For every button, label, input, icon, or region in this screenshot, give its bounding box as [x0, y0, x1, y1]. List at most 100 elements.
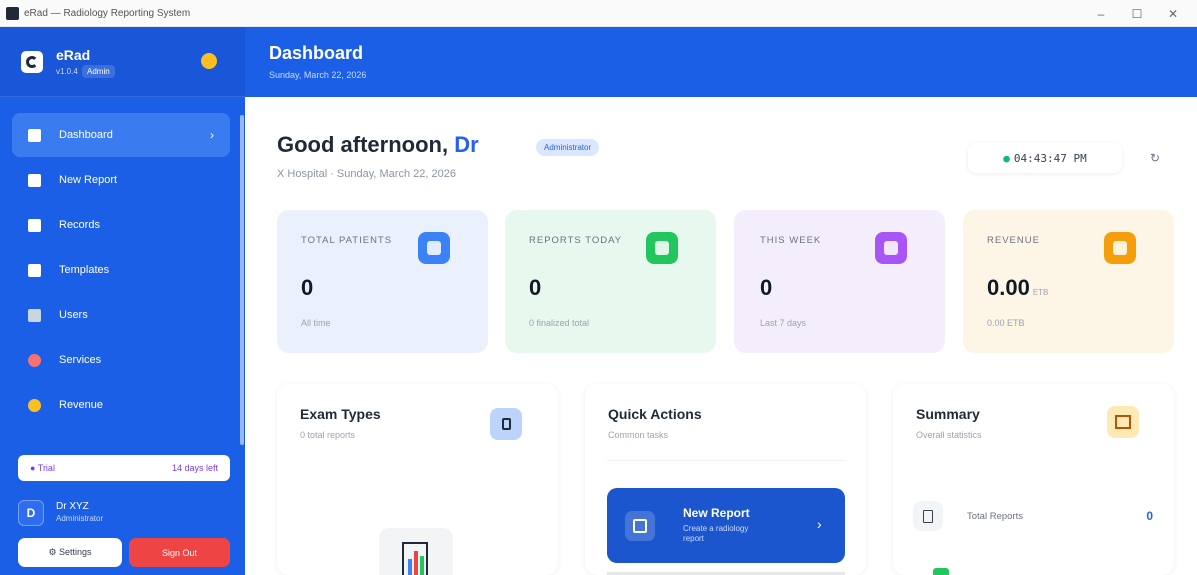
trial-banner: ● Trial 14 days left — [18, 455, 230, 481]
page-header: Dashboard Sunday, March 22, 2026 — [245, 27, 1197, 97]
calendar-icon — [875, 232, 907, 264]
clock-status-dot: ● — [1003, 151, 1010, 165]
clipboard-icon — [646, 232, 678, 264]
user-role: Administrator — [56, 514, 104, 523]
stat-label: THIS WEEK — [760, 235, 822, 246]
greeting-text: Good afternoon, — [277, 132, 455, 157]
divider — [607, 460, 845, 461]
stat-caption: Last 7 days — [760, 318, 807, 328]
live-clock: ● 04:43:47 PM — [968, 143, 1122, 173]
sidebar-item-templates[interactable]: Templates — [12, 248, 230, 292]
stat-label: TOTAL PATIENTS — [301, 235, 393, 246]
bar-chart-icon — [379, 528, 453, 575]
trend-chart-icon — [1107, 406, 1139, 438]
avatar: D — [18, 500, 44, 526]
summary-row-value: 0 — [1146, 509, 1153, 523]
brand-block: eRad v1.0.4 Admin — [0, 27, 245, 97]
summary-row-label: Total Reports — [967, 510, 1023, 522]
brand-name: eRad — [56, 47, 91, 63]
sidebar-nav: Dashboard › New Report Records Templates… — [12, 113, 230, 428]
user-info: Dr XYZ Administrator — [56, 501, 103, 525]
sidebar-item-records[interactable]: Records — [12, 203, 230, 247]
refresh-icon[interactable]: ↻ — [1140, 143, 1170, 173]
window-title: eRad — Radiology Reporting System — [24, 7, 191, 19]
sidebar-item-label: Records — [59, 219, 100, 231]
chevron-right-icon: › — [210, 128, 214, 142]
minimize-button[interactable]: – — [1083, 0, 1119, 27]
card-subtitle: Common tasks — [608, 430, 669, 440]
patients-icon — [418, 232, 450, 264]
quick-action-new-report[interactable]: New Report Create a radiology report › — [607, 488, 845, 563]
stat-value: 0 — [529, 275, 542, 300]
greeting-name: Dr — [454, 132, 479, 157]
app-icon — [6, 6, 19, 20]
sidebar-scrollbar[interactable] — [240, 115, 244, 445]
sidebar-item-label: Users — [59, 309, 88, 321]
sidebar-item-label: Revenue — [59, 399, 104, 411]
document-icon — [913, 501, 943, 531]
erad-logo-icon — [21, 51, 43, 73]
folder-icon — [28, 218, 41, 232]
quick-actions-card: Quick Actions Common tasks New Report Cr… — [585, 384, 866, 575]
sidebar-item-new-report[interactable]: New Report — [12, 158, 230, 202]
sidebar-item-services[interactable]: Services — [12, 338, 230, 382]
greeting-heading: Good afternoon, Dr — [277, 132, 479, 158]
quick-action-title: New Report — [683, 506, 750, 520]
stat-caption: All time — [301, 318, 331, 328]
quick-action-subtitle: Create a radiology report — [683, 524, 749, 543]
stat-label: REVENUE — [987, 235, 1040, 246]
summary-card: Summary Overall statistics Total Reports… — [893, 384, 1174, 575]
sidebar-item-dashboard[interactable]: Dashboard › — [12, 113, 230, 157]
stat-card-total-patients: TOTAL PATIENTS 0 All time — [277, 210, 488, 353]
stat-card-reports-today: REPORTS TODAY 0 0 finalized total — [505, 210, 716, 353]
sidebar-item-label: Dashboard — [59, 129, 113, 141]
document-icon — [28, 173, 41, 187]
user-name: Dr XYZ — [56, 501, 89, 512]
money-bag-icon — [1104, 232, 1136, 264]
document-icon — [490, 408, 522, 440]
brand-role-badge: Admin — [82, 65, 115, 78]
brand-version: v1.0.4 — [56, 67, 78, 76]
sidebar-item-revenue[interactable]: Revenue — [12, 383, 230, 427]
theme-toggle-icon[interactable] — [201, 53, 217, 69]
sidebar-item-label: Templates — [59, 264, 110, 276]
sidebar-item-label: Services — [59, 354, 102, 366]
greeting-subtitle: X Hospital · Sunday, March 22, 2026 — [277, 168, 456, 180]
settings-button[interactable]: ⚙ Settings — [18, 538, 122, 567]
revenue-unit: ETB — [1032, 288, 1049, 297]
window-titlebar: eRad — Radiology Reporting System — [0, 0, 1197, 27]
summary-next-row-icon — [933, 568, 949, 575]
trial-label: ● Trial — [30, 463, 55, 473]
stat-card-revenue: REVENUE 0.00 ETB 0.00 ETB — [963, 210, 1174, 353]
clock-time: 04:43:47 PM — [1013, 151, 1087, 165]
pill-icon — [28, 353, 41, 367]
sign-out-button[interactable]: Sign Out — [129, 538, 230, 567]
summary-row-total-reports: Total Reports 0 — [913, 501, 1153, 531]
users-icon — [28, 308, 41, 322]
exam-types-card: Exam Types 0 total reports — [277, 384, 558, 575]
sidebar-item-users[interactable]: Users — [12, 293, 230, 337]
revenue-amount: 0.00 — [987, 275, 1030, 300]
page-title: Dashboard — [269, 43, 364, 63]
maximize-button[interactable]: ☐ — [1119, 0, 1155, 27]
stat-value: 0 — [760, 275, 773, 300]
template-icon — [28, 263, 41, 277]
card-title: Exam Types — [300, 406, 381, 422]
card-subtitle: Overall statistics — [916, 430, 982, 440]
money-bag-icon — [28, 398, 41, 412]
close-button[interactable]: ✕ — [1155, 0, 1191, 27]
card-title: Summary — [916, 406, 980, 422]
role-badge: Administrator — [536, 139, 600, 156]
card-title: Quick Actions — [608, 406, 702, 422]
stat-card-this-week: THIS WEEK 0 Last 7 days — [734, 210, 945, 353]
card-subtitle: 0 total reports — [300, 430, 356, 440]
stat-caption: 0.00 ETB — [987, 318, 1025, 328]
trial-remaining: 14 days left — [171, 463, 218, 473]
header-date: Sunday, March 22, 2026 — [269, 70, 367, 80]
stat-label: REPORTS TODAY — [529, 235, 623, 246]
user-profile[interactable]: D Dr XYZ Administrator — [18, 493, 230, 533]
sidebar: eRad v1.0.4 Admin Dashboard › New Report… — [0, 27, 245, 575]
stat-value: 0.00 ETB — [987, 275, 1048, 301]
chevron-right-icon: › — [817, 516, 822, 532]
edit-document-icon — [625, 511, 655, 541]
